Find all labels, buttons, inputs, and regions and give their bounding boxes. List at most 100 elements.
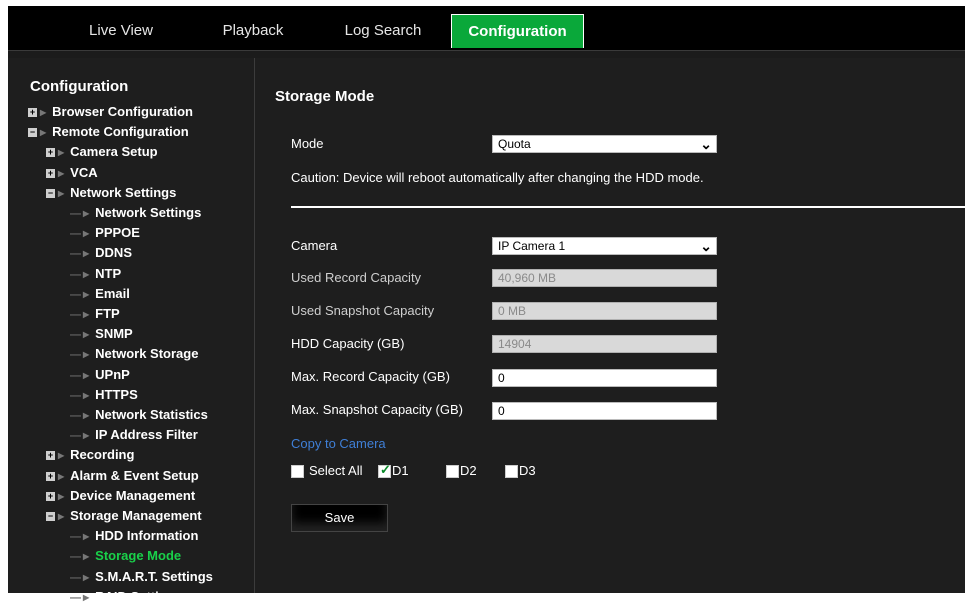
hdd-capacity-label: HDD Capacity (GB): [291, 336, 405, 351]
tree-connector-icon: —: [70, 430, 81, 442]
arrow-right-icon: ▶: [58, 147, 65, 157]
d3-label: D3: [519, 463, 536, 478]
select-all-checkbox[interactable]: [291, 465, 304, 478]
arrow-right-icon: ▶: [83, 410, 90, 420]
main-tab-bar: Live View Playback Log Search Configurat…: [8, 10, 965, 51]
tree-item-label: Network Statistics: [95, 407, 208, 422]
tree-item-network-statistics[interactable]: — ▶ Network Statistics: [70, 405, 208, 425]
tree-item-label: S.M.A.R.T. Settings: [95, 569, 213, 584]
expand-icon[interactable]: +: [46, 148, 55, 158]
expand-icon[interactable]: +: [28, 108, 37, 118]
mode-value: Quota: [498, 137, 531, 151]
arrow-right-icon: ▶: [83, 592, 90, 602]
collapse-icon[interactable]: −: [46, 512, 55, 522]
page-title: Storage Mode: [275, 88, 375, 105]
arrow-right-icon: ▶: [83, 289, 90, 299]
tree-item-vca[interactable]: + ▶ VCA: [46, 163, 98, 183]
collapse-icon[interactable]: −: [28, 128, 37, 138]
caution-text: Caution: Device will reboot automaticall…: [291, 170, 704, 185]
tree-item-network-settings[interactable]: − ▶ Network Settings: [46, 183, 176, 203]
tree-connector-icon: —: [70, 228, 81, 240]
tree-item-ntp[interactable]: — ▶ NTP: [70, 264, 121, 284]
collapse-icon[interactable]: −: [46, 189, 55, 199]
arrow-right-icon: ▶: [83, 269, 90, 279]
expand-icon[interactable]: +: [46, 169, 55, 179]
used-record-label: Used Record Capacity: [291, 270, 422, 285]
save-button[interactable]: Save: [291, 504, 388, 532]
tree-item-alarm-event-setup[interactable]: + ▶ Alarm & Event Setup: [46, 466, 199, 486]
tree-item-email[interactable]: — ▶ Email: [70, 284, 130, 304]
arrow-right-icon: ▶: [83, 572, 90, 582]
tab-log-search[interactable]: Log Search: [328, 14, 438, 48]
tree-item-s-m-a-r-t-settings[interactable]: — ▶ S.M.A.R.T. Settings: [70, 567, 213, 587]
arrow-right-icon: ▶: [83, 531, 90, 541]
used-snapshot-label: Used Snapshot Capacity: [291, 303, 435, 318]
tree-item-pppoe[interactable]: — ▶ PPPOE: [70, 223, 140, 243]
arrow-right-icon: ▶: [40, 107, 47, 117]
tree-item-label: Network Storage: [95, 346, 199, 361]
tree-item-network-storage[interactable]: — ▶ Network Storage: [70, 344, 198, 364]
select-all-label: Select All: [309, 463, 363, 478]
arrow-right-icon: ▶: [40, 127, 47, 137]
tree-item-label: NTP: [95, 266, 122, 281]
arrow-right-icon: ▶: [58, 450, 65, 460]
tree-item-ddns[interactable]: — ▶ DDNS: [70, 243, 132, 263]
max-record-input[interactable]: 0: [492, 369, 717, 387]
tab-live-view[interactable]: Live View: [66, 14, 176, 48]
tree-item-network-settings[interactable]: — ▶ Network Settings: [70, 203, 201, 223]
tree-item-label: Network Settings: [95, 205, 202, 220]
d2-checkbox[interactable]: [446, 465, 459, 478]
tree-connector-icon: —: [70, 329, 81, 341]
tree-connector-icon: —: [70, 531, 81, 543]
expand-icon[interactable]: +: [46, 492, 55, 502]
tree-item-https[interactable]: — ▶ HTTPS: [70, 385, 138, 405]
app-frame: Live View Playback Log Search Configurat…: [8, 6, 965, 604]
d3-checkbox[interactable]: [505, 465, 518, 478]
tree-item-upnp[interactable]: — ▶ UPnP: [70, 365, 130, 385]
tree-connector-icon: —: [70, 390, 81, 402]
tree-item-remote-configuration[interactable]: − ▶ Remote Configuration: [28, 122, 189, 142]
tree-item-storage-mode[interactable]: — ▶ Storage Mode: [70, 546, 181, 566]
tree-connector-icon: —: [70, 370, 81, 382]
tree-item-hdd-information[interactable]: — ▶ HDD Information: [70, 526, 198, 546]
tree-item-ftp[interactable]: — ▶ FTP: [70, 304, 120, 324]
tree-item-label: FTP: [95, 306, 120, 321]
arrow-right-icon: ▶: [83, 370, 90, 380]
arrow-right-icon: ▶: [58, 188, 65, 198]
camera-select[interactable]: IP Camera 1 ⌄: [492, 237, 717, 255]
tree-connector-icon: —: [70, 592, 81, 604]
d1-checkbox[interactable]: [378, 462, 391, 478]
tree-item-browser-configuration[interactable]: + ▶ Browser Configuration: [28, 102, 193, 122]
sidebar-title: Configuration: [30, 78, 129, 95]
d2-label: D2: [460, 463, 477, 478]
tab-configuration[interactable]: Configuration: [451, 14, 584, 48]
copy-to-camera-link[interactable]: Copy to Camera: [291, 436, 386, 451]
used-snapshot-field: 0 MB: [492, 302, 717, 320]
tree-item-ip-address-filter[interactable]: — ▶ IP Address Filter: [70, 425, 198, 445]
tab-playback[interactable]: Playback: [208, 14, 298, 48]
tree-connector-icon: —: [70, 269, 81, 281]
d1-label: D1: [392, 463, 409, 478]
max-snapshot-label: Max. Snapshot Capacity (GB): [291, 402, 463, 417]
tree-item-snmp[interactable]: — ▶ SNMP: [70, 324, 133, 344]
arrow-right-icon: ▶: [83, 309, 90, 319]
tree-item-recording[interactable]: + ▶ Recording: [46, 445, 134, 465]
tree-connector-icon: —: [70, 572, 81, 584]
chevron-down-icon: ⌄: [700, 238, 712, 254]
tree-item-raid-settings[interactable]: — ▶ RAID Settings: [70, 587, 182, 607]
tree-item-camera-setup[interactable]: + ▶ Camera Setup: [46, 142, 158, 162]
tree-item-storage-management[interactable]: − ▶ Storage Management: [46, 506, 202, 526]
max-snapshot-input[interactable]: 0: [492, 402, 717, 420]
arrow-right-icon: ▶: [83, 329, 90, 339]
expand-icon[interactable]: +: [46, 472, 55, 482]
tree-item-device-management[interactable]: + ▶ Device Management: [46, 486, 195, 506]
tree-item-label: Storage Management: [70, 508, 202, 523]
arrow-right-icon: ▶: [58, 168, 65, 178]
expand-icon[interactable]: +: [46, 451, 55, 461]
mode-select[interactable]: Quota ⌄: [492, 135, 717, 153]
tree-item-label: HDD Information: [95, 528, 199, 543]
content-panel: Storage Mode Mode Quota ⌄ Caution: Devic…: [255, 58, 965, 593]
arrow-right-icon: ▶: [83, 430, 90, 440]
tree-item-label: DDNS: [95, 245, 132, 260]
tree-item-label: HTTPS: [95, 387, 138, 402]
